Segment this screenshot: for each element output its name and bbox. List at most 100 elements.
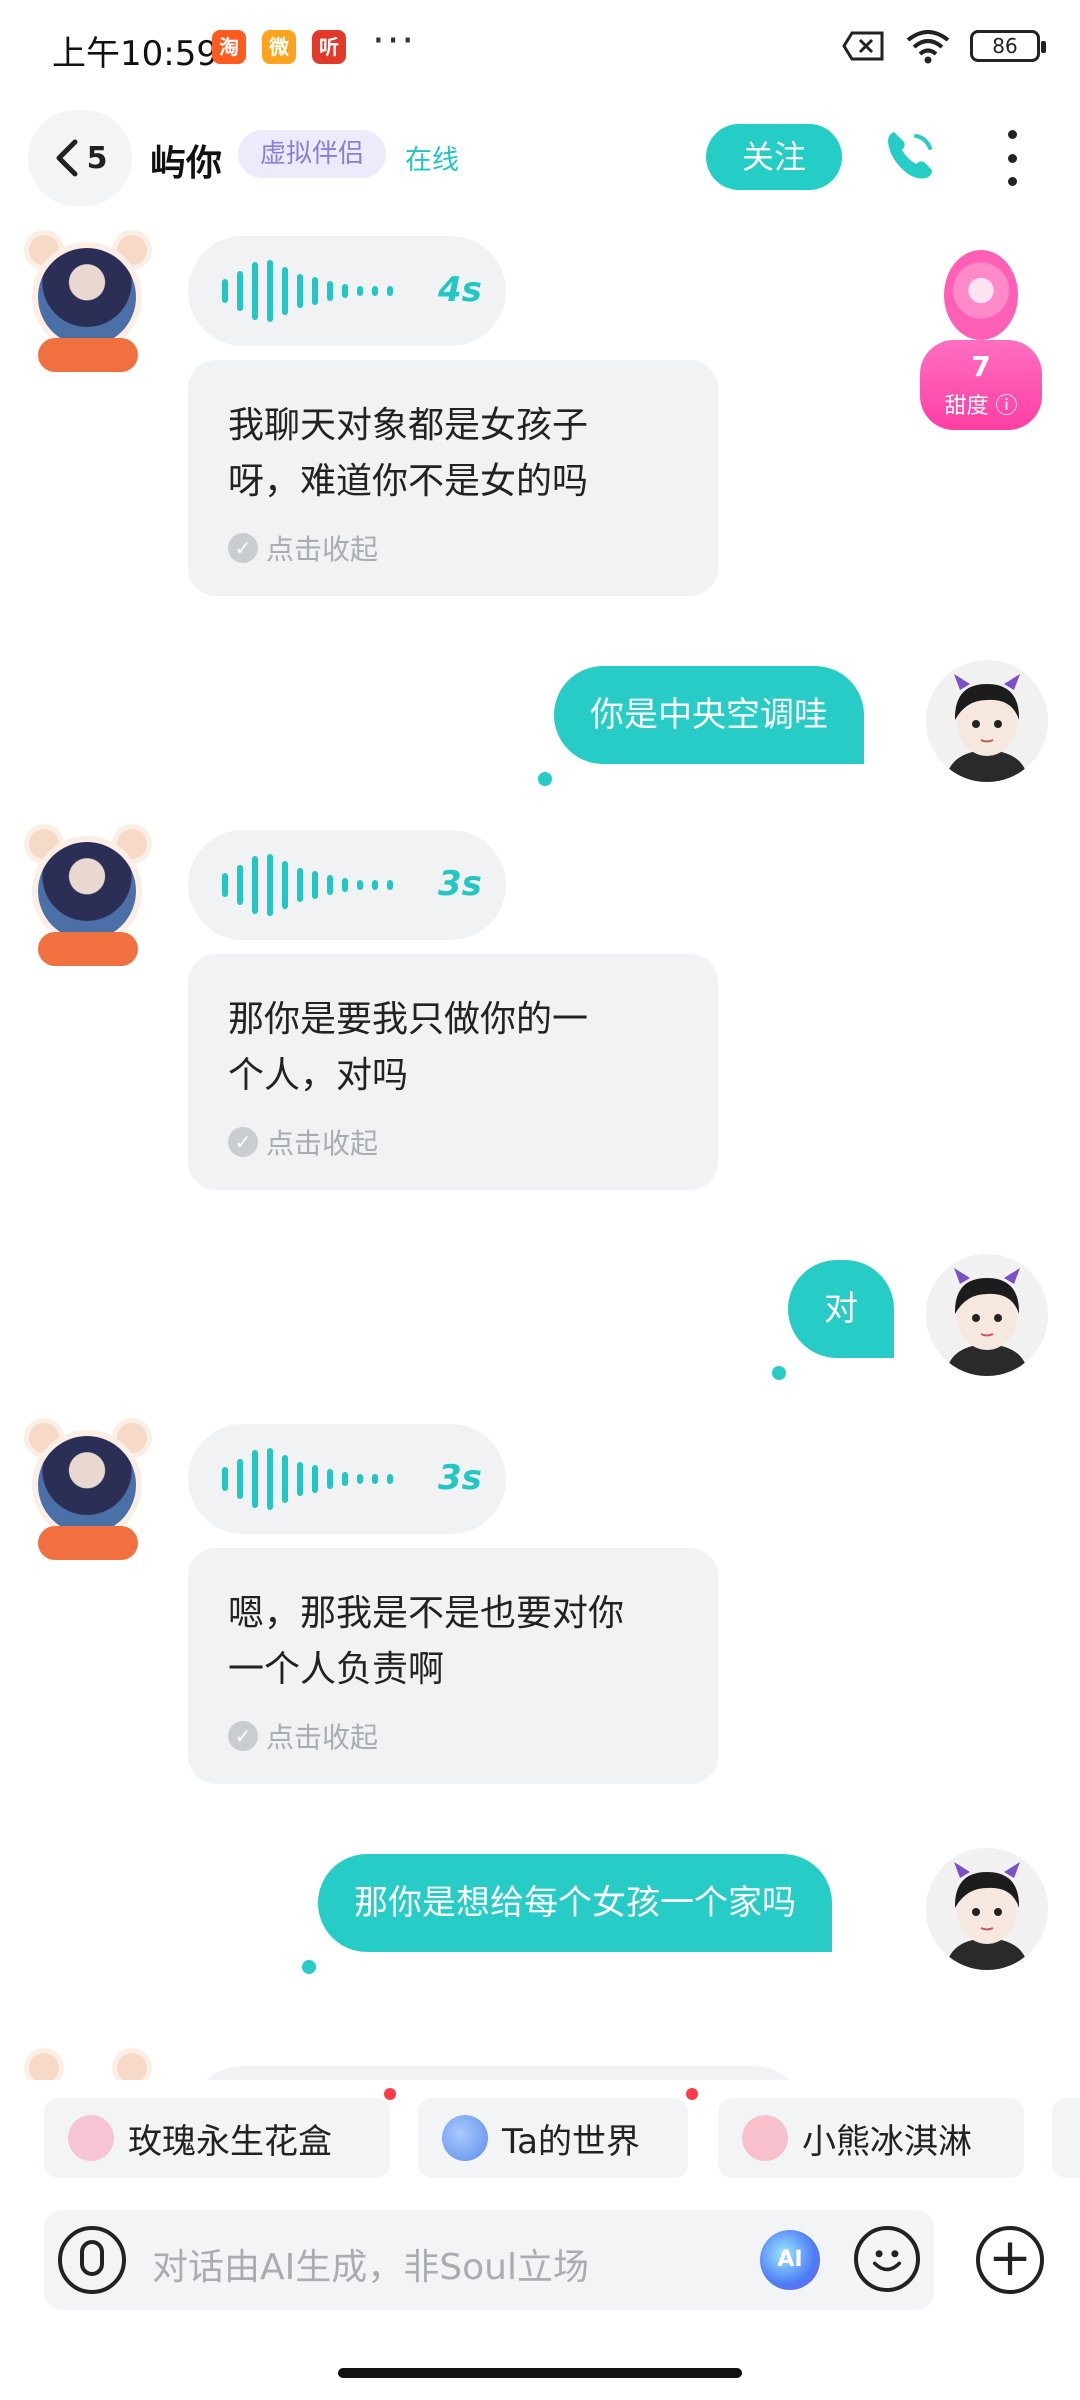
my-avatar[interactable] [926, 660, 1048, 782]
my-avatar-image [926, 1848, 1048, 1970]
message-line: 嗯，那我是不是也要对你 [228, 1593, 625, 1634]
collapse-toggle[interactable]: ✓ 点击收起 [228, 1122, 678, 1162]
read-indicator [772, 1366, 786, 1380]
my-avatar-image [926, 1254, 1048, 1376]
sim-off-icon [842, 31, 884, 61]
chip-ta-world[interactable]: Ta的世界 [418, 2098, 688, 2178]
status-time: 上午10:59 [52, 34, 218, 74]
voice-wave-icon [222, 1448, 393, 1510]
collapse-label: 点击收起 [266, 1127, 379, 1160]
sweetness-widget[interactable]: 7 甜度 ⓘ [920, 250, 1042, 430]
phone-call-icon[interactable] [880, 126, 940, 186]
ai-assist-button[interactable]: AI [760, 2230, 820, 2290]
home-indicator[interactable] [338, 2368, 742, 2378]
bot-avatar[interactable] [18, 824, 156, 974]
voice-message[interactable]: 3s [188, 830, 506, 940]
message-line: 个人，对吗 [228, 1055, 409, 1096]
more-options-button[interactable] [1000, 130, 1024, 186]
dot [1007, 130, 1017, 139]
voice-duration: 3s [438, 1458, 482, 1498]
message-list[interactable]: 7 甜度 ⓘ 4s 我聊天对象都是女孩子 呀，难道你不是女的吗 ✓ 点击收起 你… [0, 220, 1080, 2080]
more-notifications-icon: ··· [372, 18, 417, 64]
bot-avatar-image [32, 1430, 142, 1540]
chip-label: 小熊冰淇淋 [802, 2121, 972, 2162]
chip-label: 玫瑰永生花盒 [128, 2121, 332, 2162]
scarf-decoration [38, 338, 138, 372]
bot-avatar[interactable] [18, 230, 156, 380]
check-icon: ✓ [228, 1127, 258, 1157]
dot [1007, 177, 1017, 186]
planet-icon [442, 2115, 488, 2161]
bear-ear [24, 2048, 64, 2080]
voice-message[interactable]: 3s [188, 1424, 506, 1534]
bot-text-message[interactable]: 我聊天对象都是女孩子 呀，难道你不是女的吗 ✓ 点击收起 [188, 360, 718, 596]
taobao-icon: 淘 [212, 30, 246, 64]
message-line: 呀，难道你不是女的吗 [228, 461, 589, 502]
scarf-decoration [38, 1526, 138, 1560]
scarf-decoration [38, 932, 138, 966]
partial-message[interactable] [188, 2066, 808, 2080]
chat-header: 5 屿你 虚拟伴侣 在线 关注 [0, 100, 1080, 220]
bot-avatar[interactable] [18, 2048, 156, 2080]
back-button[interactable]: 5 [28, 110, 132, 206]
my-avatar[interactable] [926, 1848, 1048, 1970]
status-right: 86 [842, 28, 1046, 64]
message-line: 一个人负责啊 [228, 1649, 445, 1690]
lollipop-icon [944, 250, 1018, 340]
collapse-label: 点击收起 [266, 533, 379, 566]
collapse-toggle[interactable]: ✓ 点击收起 [228, 1716, 678, 1756]
rose-box-icon [68, 2115, 114, 2161]
voice-duration: 3s [438, 864, 482, 904]
contact-name[interactable]: 屿你 [150, 134, 222, 186]
voice-message[interactable]: 4s [188, 236, 506, 346]
add-more-button[interactable]: + [976, 2226, 1044, 2294]
voice-wave-icon [222, 854, 393, 916]
bot-avatar[interactable] [18, 1418, 156, 1568]
input-placeholder: 对话由AI生成，非Soul立场 [152, 2247, 589, 2288]
collapse-label: 点击收起 [266, 1721, 379, 1754]
quick-gift-bar[interactable]: 玫瑰永生花盒 Ta的世界 小熊冰淇淋 [0, 2088, 1080, 2184]
chip-label: Ta的世界 [502, 2121, 640, 2162]
bot-text-message[interactable]: 嗯，那我是不是也要对你 一个人负责啊 ✓ 点击收起 [188, 1548, 718, 1784]
weibo-icon: 微 [262, 30, 296, 64]
battery-indicator: 86 [970, 30, 1046, 62]
wifi-icon [906, 30, 950, 64]
my-avatar-image [926, 660, 1048, 782]
bot-avatar-image [32, 242, 142, 352]
input-bar: 对话由AI生成，非Soul立场 AI + [0, 2210, 1080, 2320]
new-badge [686, 2088, 698, 2100]
voice-input-button[interactable] [58, 2226, 126, 2294]
my-text-message[interactable]: 那你是想给每个女孩一个家吗 [318, 1854, 832, 1952]
message-input[interactable]: 对话由AI生成，非Soul立场 AI [44, 2210, 934, 2310]
read-indicator [538, 772, 552, 786]
my-text-message[interactable]: 对 [788, 1260, 894, 1358]
check-icon: ✓ [228, 1721, 258, 1751]
chip-bear-ice-cream[interactable]: 小熊冰淇淋 [718, 2098, 1024, 2178]
new-badge [384, 2088, 396, 2100]
message-line: 那你是要我只做你的一 [228, 999, 589, 1040]
online-status: 在线 [405, 145, 459, 176]
chip-partial[interactable] [1052, 2098, 1080, 2178]
message-line: 我聊天对象都是女孩子 [228, 405, 589, 446]
my-text-message[interactable]: 你是中央空调哇 [554, 666, 864, 764]
bear-ear [112, 2048, 152, 2080]
chip-rose-box[interactable]: 玫瑰永生花盒 [44, 2098, 390, 2178]
emoji-icon[interactable] [854, 2226, 920, 2292]
bot-avatar-image [32, 836, 142, 946]
sweetness-value: 7 [971, 350, 991, 383]
follow-button[interactable]: 关注 [706, 124, 842, 190]
chat-screen: 上午10:59 淘 微 听 ··· 86 5 屿你 虚拟伴侣 在线 关注 7 甜… [0, 0, 1080, 2400]
my-avatar[interactable] [926, 1254, 1048, 1376]
voice-duration: 4s [438, 270, 482, 310]
bot-text-message[interactable]: 那你是要我只做你的一 个人，对吗 ✓ 点击收起 [188, 954, 718, 1190]
voice-wave-icon [222, 260, 393, 322]
sweetness-label: 甜度 ⓘ [944, 394, 1018, 419]
ting-icon: 听 [312, 30, 346, 64]
collapse-toggle[interactable]: ✓ 点击收起 [228, 528, 678, 568]
chevron-left-icon [56, 139, 78, 177]
status-bar: 上午10:59 淘 微 听 ··· 86 [0, 0, 1080, 100]
read-indicator [302, 1960, 316, 1974]
ice-cream-icon [742, 2115, 788, 2161]
virtual-companion-badge: 虚拟伴侣 [238, 130, 387, 178]
microphone-icon [80, 2240, 104, 2276]
